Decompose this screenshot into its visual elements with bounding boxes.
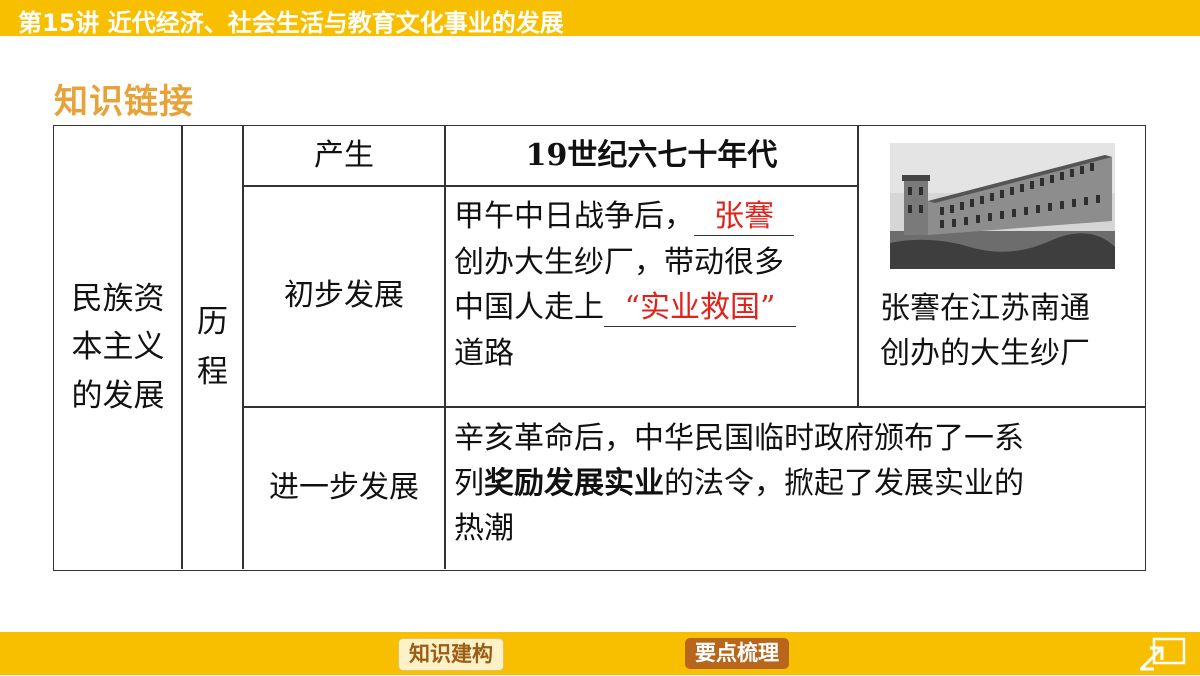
section-heading: 知识链接: [54, 82, 194, 122]
topic-line: 的发展: [71, 377, 165, 414]
topic-line: 民族资: [71, 281, 165, 318]
category-char: 程: [197, 353, 228, 390]
row-content-further-development: 辛亥革命后，中华民国临时政府颁布了一系 列奖励发展实业的法令，掀起了发展实业的 …: [454, 416, 1144, 566]
knowledge-construction-button[interactable]: 知识建构: [398, 638, 504, 671]
factory-photo: [890, 143, 1115, 269]
content-line: 热潮: [454, 511, 514, 546]
fill-blank-1: 张謇: [694, 199, 794, 236]
content-line: 道路: [454, 335, 514, 371]
topic-cell: 民族资 本主义 的发展: [54, 126, 182, 569]
content-line: 创办大生纱厂，带动很多: [454, 244, 784, 280]
category-cell: 历 程: [182, 126, 243, 569]
row-content-initial-development: 甲午中日战争后， 张謇 创办大生纱厂，带动很多 中国人走上 “实业救国” 道路: [454, 194, 854, 404]
content-line: 甲午中日战争后， 张謇: [454, 194, 854, 240]
content-line: 列奖励发展实业的法令，掀起了发展实业的: [454, 466, 1024, 501]
lesson-title: 第15讲 近代经济、社会生活与教育文化事业的发展: [18, 9, 564, 37]
content-line: 辛亥革命后，中华民国临时政府颁布了一系: [454, 421, 1024, 456]
answer-industrial-salvation: “实业救国”: [624, 290, 776, 326]
topic-line: 本主义: [71, 329, 165, 366]
row-label-origin: 产生: [314, 137, 374, 173]
return-arrow-icon[interactable]: [1138, 636, 1188, 672]
row-label-initial-development: 初步发展: [284, 278, 404, 314]
key-points-button[interactable]: 要点梳理: [685, 638, 789, 669]
top-title-bar: 第15讲 近代经济、社会生活与教育文化事业的发展: [0, 0, 1200, 37]
row-label-further-development: 进一步发展: [269, 469, 419, 505]
bottom-nav-bar: 知识建构 要点梳理: [0, 632, 1200, 675]
row-value-origin: 19世纪六七十年代: [525, 137, 778, 173]
category-char: 历: [197, 303, 228, 340]
fill-blank-2: “实业救国”: [604, 290, 796, 328]
answer-zhangjian: 张謇: [714, 199, 774, 234]
content-line: 中国人走上 “实业救国”: [454, 285, 854, 331]
photo-caption: 张謇在江苏南通 创办的大生纱厂: [880, 291, 1090, 371]
